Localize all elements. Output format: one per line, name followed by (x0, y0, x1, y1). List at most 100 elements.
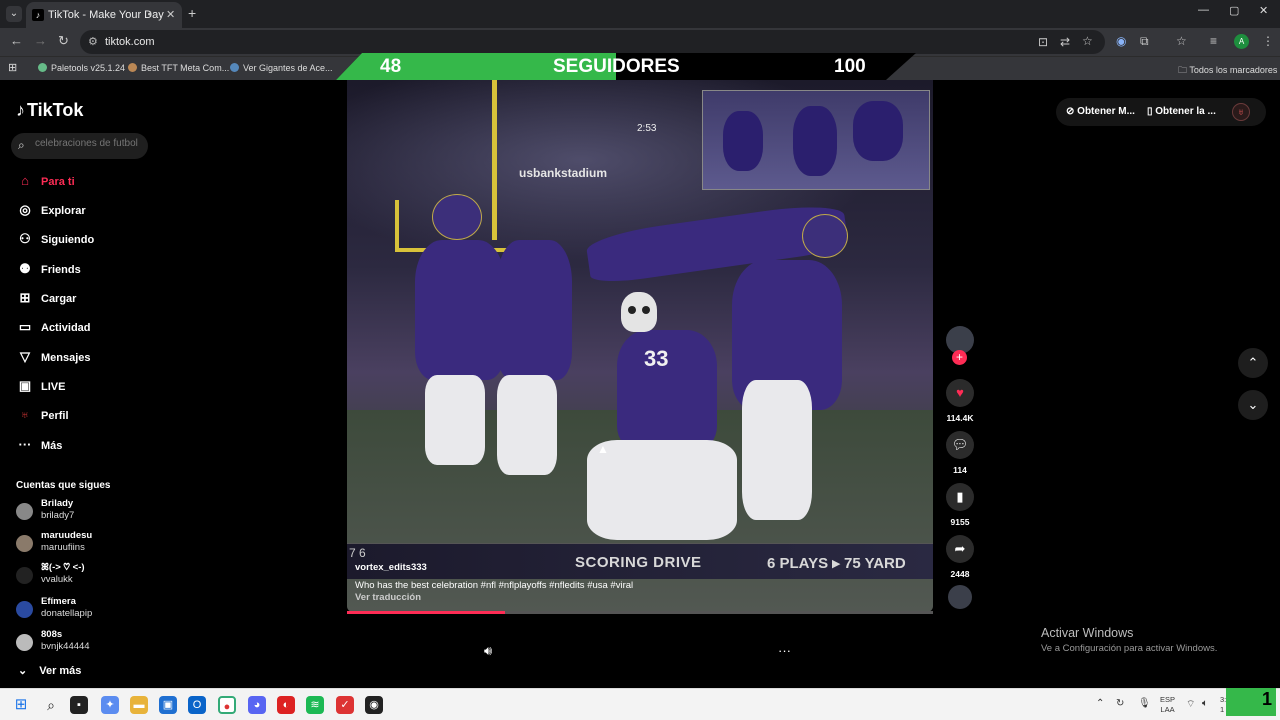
goalpost (395, 200, 399, 250)
followed-account[interactable]: 808s bvnjk44444 (16, 629, 156, 655)
player-pants (742, 380, 812, 520)
microphone-icon[interactable]: 🎙︎ (1138, 698, 1151, 709)
menu-icon[interactable]: ⋮ (1262, 34, 1274, 48)
friends-icon: ⚉ (19, 261, 31, 276)
address-bar[interactable]: ⚙ tiktok.com ⊡ ⇄ ☆ (80, 30, 1105, 54)
nav-activity[interactable]: ▭ Actividad (16, 318, 91, 336)
nav-more[interactable]: ··· Más (16, 436, 63, 454)
video-player[interactable]: usbankstadium 2:53 33 7 6 SCORING DRIVE … (347, 80, 933, 612)
bookmark-star-icon[interactable]: ☆ (1082, 34, 1093, 48)
search-icon[interactable]: ⌕ (42, 696, 60, 714)
follow-plus-icon[interactable]: + (952, 350, 967, 365)
extension-icon[interactable]: ◉ (1116, 34, 1126, 48)
app-icon[interactable]: ◐ (277, 696, 295, 714)
chrome-icon[interactable]: ● (218, 696, 236, 714)
chevron-down-icon: ⌄ (18, 665, 28, 677)
speaker-icon[interactable]: 🔈︎ (148, 2, 154, 28)
skull-emoji-sticker (621, 292, 657, 332)
minimize-icon[interactable]: — (1198, 4, 1209, 16)
nav-profile[interactable]: ♅ Perfil (16, 406, 68, 424)
see-translation-link[interactable]: Ver traducción (355, 592, 421, 603)
search-input[interactable] (35, 138, 145, 149)
new-tab-button[interactable]: + (188, 5, 196, 21)
nav-messages[interactable]: ▽ Mensajes (16, 348, 91, 366)
previous-video-button[interactable]: ⌃ (1238, 348, 1268, 378)
video-progress-fill (347, 611, 506, 614)
sync-icon[interactable]: ↻ (1116, 698, 1124, 709)
avatar (16, 535, 33, 552)
install-app-icon[interactable]: ⊡ (1038, 35, 1048, 49)
user-avatar[interactable]: ♅ (1232, 103, 1250, 121)
player-pants (425, 375, 485, 465)
bookmark-item[interactable]: Ver Gigantes de Ace... (230, 63, 333, 73)
site-info-icon[interactable]: ⚙ (88, 35, 98, 48)
video-progress-bar[interactable] (347, 611, 933, 614)
bookmark-item[interactable]: Best TFT Meta Com... (128, 63, 229, 73)
profile-avatar[interactable]: A (1234, 34, 1249, 49)
all-bookmarks-folder[interactable]: 🗀︎ Todos los marcadores (1178, 63, 1277, 79)
more-options-icon[interactable]: ··· (778, 643, 791, 658)
forward-icon[interactable]: → (34, 33, 47, 48)
tab-search-button[interactable]: ⌄ (6, 6, 22, 22)
discord-icon[interactable]: ◕ (248, 696, 266, 714)
search-box[interactable]: ⌕ (11, 133, 148, 159)
more-icon: ··· (18, 437, 32, 452)
wifi-icon[interactable]: ⌔ (1186, 698, 1195, 711)
followed-account[interactable]: ꕤ(-> ♡ <-) vvalukk (16, 562, 156, 588)
bookmark-icon[interactable]: ▮ (946, 483, 974, 511)
browser-tab-active[interactable]: ♪ TikTok - Make Your Day 🔈︎ ✕ (26, 2, 182, 28)
app-icon[interactable]: ◉ (365, 696, 383, 714)
followed-account[interactable]: Efímera donatellapip (16, 596, 156, 622)
nav-live[interactable]: ▣ LIVE (16, 377, 66, 395)
maximize-icon[interactable]: ▢ (1229, 4, 1239, 17)
messages-icon: ▽ (20, 349, 30, 364)
extensions-puzzle-icon[interactable]: ⧉ (1140, 34, 1149, 49)
close-window-icon[interactable]: ✕ (1259, 4, 1268, 17)
music-disc-icon[interactable] (948, 585, 972, 609)
copilot-icon[interactable]: ✦ (101, 696, 119, 714)
search-icon[interactable]: ⌕ (18, 138, 25, 153)
nav-for-you[interactable]: ⌂ Para ti (16, 172, 75, 190)
followed-account[interactable]: Brilady brilady7 (16, 498, 156, 524)
reload-icon[interactable]: ↻ (58, 33, 69, 49)
player-helmet (432, 194, 482, 240)
corner-counter-overlay: 1 (1226, 688, 1276, 716)
file-explorer-icon[interactable]: ▬ (130, 696, 148, 714)
media-control-icon[interactable]: ≡ (1210, 34, 1217, 48)
nav-explore[interactable]: ◎ Explorar (16, 201, 85, 219)
bookmarks-manager-icon[interactable]: ☆ (1176, 34, 1187, 48)
video-author[interactable]: vortex_edits333 (355, 562, 427, 573)
language-indicator[interactable]: ESP LAA (1160, 695, 1175, 715)
upload-icon: ⊞ (19, 290, 31, 305)
scoring-drive-stats: 6 PLAYS ▸ 75 YARD (767, 555, 906, 572)
outlook-icon[interactable]: O (188, 696, 206, 714)
nav-following[interactable]: ⚇ Siguiendo (16, 230, 94, 248)
compass-icon: ◎ (19, 202, 31, 217)
see-more-button[interactable]: ⌄ Ver más (18, 664, 81, 677)
close-tab-icon[interactable]: ✕ (166, 2, 175, 28)
apps-icon[interactable]: ⊞ (8, 61, 17, 74)
nav-upload[interactable]: ⊞ Cargar (16, 289, 77, 307)
like-heart-icon[interactable]: ♥ (946, 379, 974, 407)
task-view-icon[interactable]: ▪ (70, 696, 88, 714)
share-arrow-icon[interactable]: ➦ (946, 535, 974, 563)
chevron-up-icon[interactable]: ⌃ (1096, 698, 1104, 709)
back-icon[interactable]: ← (10, 33, 23, 48)
nav-friends[interactable]: ⚉ Friends (16, 260, 81, 278)
tiktok-logo[interactable]: ♪ TikTok (16, 100, 83, 121)
followed-account[interactable]: maruudesu maruufiins (16, 530, 156, 556)
inset-player (853, 101, 903, 161)
comment-icon[interactable]: 💬︎ (946, 431, 974, 459)
windows-start-icon[interactable]: ⊞ (12, 696, 30, 714)
bookmark-item[interactable]: Paletools v25.1.24 (38, 63, 125, 73)
app-icon[interactable]: ✓ (336, 696, 354, 714)
spotify-icon[interactable]: ≋ (306, 696, 324, 714)
translate-icon[interactable]: ⇄ (1060, 35, 1070, 49)
speaker-icon[interactable]: 🔈︎ (1202, 698, 1208, 709)
get-app-button[interactable]: ⊘ Obtener M... (1066, 106, 1135, 117)
volume-icon[interactable]: 🔊︎ (484, 643, 492, 659)
tiktok-icon: ♪ (32, 9, 44, 21)
next-video-button[interactable]: ⌄ (1238, 390, 1268, 420)
store-icon[interactable]: ▣ (159, 696, 177, 714)
get-mobile-app-button[interactable]: ▯ Obtener la ... (1147, 106, 1216, 117)
